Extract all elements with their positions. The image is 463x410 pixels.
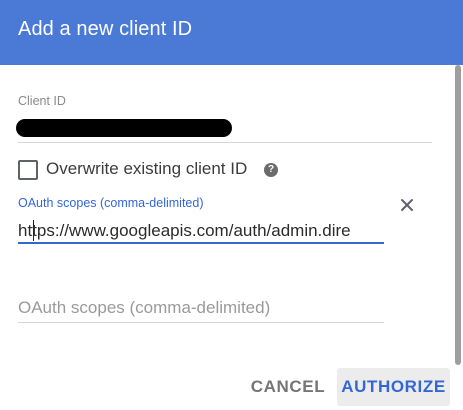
help-icon[interactable]: ? [264,163,278,177]
overwrite-checkbox-label[interactable]: Overwrite existing client ID [46,159,247,179]
client-id-label: Client ID [18,94,66,108]
oauth-scopes-input-empty[interactable] [18,296,384,320]
oauth-scopes-empty-underline [18,322,384,323]
client-id-underline [18,142,432,143]
overwrite-checkbox[interactable] [18,160,38,180]
oauth-scopes-input-underline [18,242,384,244]
cancel-button[interactable]: CANCEL [247,368,329,406]
close-icon[interactable] [397,195,417,215]
scrollbar[interactable] [455,65,461,365]
text-caret [33,220,34,241]
client-id-value-redacted[interactable] [16,119,232,137]
authorize-button[interactable]: AUTHORIZE [337,368,450,406]
dialog-header: Add a new client ID [0,0,463,65]
oauth-scopes-label: OAuth scopes (comma-delimited) [18,196,204,210]
oauth-scopes-input[interactable] [18,219,384,243]
add-client-id-dialog: Add a new client ID Client ID Overwrite … [0,0,463,410]
dialog-title: Add a new client ID [18,18,193,40]
